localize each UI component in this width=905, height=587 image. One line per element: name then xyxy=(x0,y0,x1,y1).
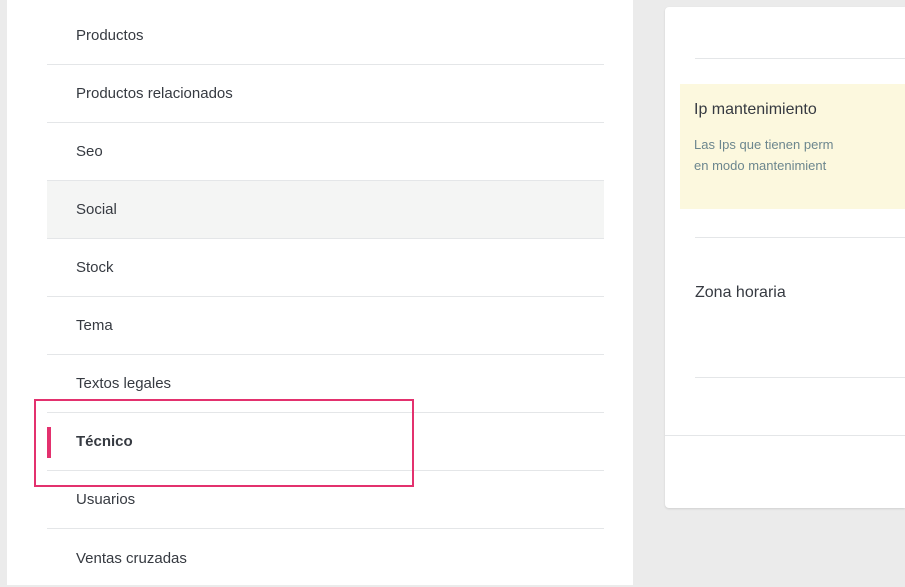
menu-item-label: Seo xyxy=(76,143,103,160)
menu-item-seo[interactable]: Seo xyxy=(47,123,604,181)
menu-item-tema[interactable]: Tema xyxy=(47,297,604,355)
menu-item-label: Tema xyxy=(76,317,113,334)
settings-menu: Productos Productos relacionados Seo Soc… xyxy=(47,7,604,587)
menu-item-label: Productos xyxy=(76,27,144,44)
active-indicator xyxy=(47,427,51,458)
menu-item-textos-legales[interactable]: Textos legales xyxy=(47,355,604,413)
divider xyxy=(695,377,905,378)
menu-item-label: Usuarios xyxy=(76,491,136,508)
notice-text-line: Las Ips que tienen perm xyxy=(694,137,834,152)
menu-item-label: Técnico xyxy=(76,433,133,450)
maintenance-ip-notice: Ip mantenimiento Las Ips que tienen perm… xyxy=(680,84,905,209)
menu-item-tecnico[interactable]: Técnico xyxy=(47,413,604,471)
menu-item-productos-relacionados[interactable]: Productos relacionados xyxy=(47,65,604,123)
menu-item-ventas-cruzadas[interactable]: Ventas cruzadas xyxy=(47,529,604,587)
menu-item-social[interactable]: Social xyxy=(47,181,604,239)
page-edge xyxy=(0,0,7,585)
divider xyxy=(695,58,905,59)
menu-item-usuarios[interactable]: Usuarios xyxy=(47,471,604,529)
notice-text-line: en modo mantenimient xyxy=(694,158,827,173)
settings-sidebar: Productos Productos relacionados Seo Soc… xyxy=(7,0,633,585)
notice-title: Ip mantenimiento xyxy=(694,101,817,118)
menu-item-stock[interactable]: Stock xyxy=(47,239,604,297)
divider xyxy=(695,237,905,238)
menu-item-label: Social xyxy=(76,201,117,218)
menu-item-productos[interactable]: Productos xyxy=(47,7,604,65)
notice-text: Las Ips que tienen perm en modo mantenim… xyxy=(694,134,833,176)
menu-item-label: Stock xyxy=(76,259,114,276)
menu-item-label: Textos legales xyxy=(76,375,172,392)
menu-item-label: Ventas cruzadas xyxy=(76,549,187,567)
panel-footer-divider xyxy=(665,435,905,436)
settings-panel: Ip mantenimiento Las Ips que tienen perm… xyxy=(665,7,905,508)
menu-item-label: Productos relacionados xyxy=(76,85,233,102)
timezone-label: Zona horaria xyxy=(695,284,786,301)
